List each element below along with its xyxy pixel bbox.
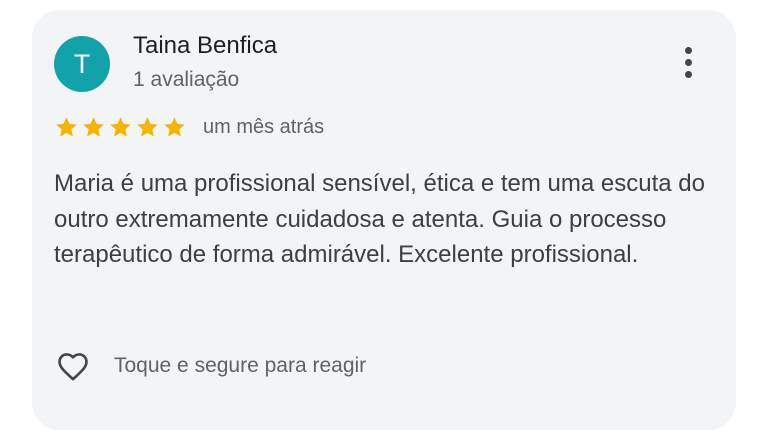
avatar-initial: T bbox=[73, 48, 91, 79]
author-name[interactable]: Taina Benfica bbox=[133, 32, 277, 60]
rating-row: um mês atrás bbox=[54, 114, 324, 140]
more-vert-icon bbox=[684, 46, 692, 78]
heart-outline-icon bbox=[58, 353, 88, 381]
review-card: T Taina Benfica 1 avaliação um mês atrás… bbox=[32, 10, 736, 430]
more-options-button[interactable] bbox=[672, 42, 704, 82]
star-icon bbox=[110, 116, 131, 136]
star-icon bbox=[164, 116, 185, 136]
react-label: Toque e segure para reagir bbox=[114, 354, 367, 377]
star-rating bbox=[54, 115, 187, 140]
react-button[interactable]: Toque e segure para reagir bbox=[52, 347, 366, 385]
review-text: Maria é uma profissional sensível, ética… bbox=[54, 170, 705, 268]
star-icon bbox=[83, 116, 104, 136]
star-icon bbox=[56, 116, 77, 136]
author-review-count: 1 avaliação bbox=[133, 68, 240, 91]
star-icon bbox=[137, 116, 158, 136]
avatar[interactable]: T bbox=[54, 36, 110, 92]
review-date: um mês atrás bbox=[203, 115, 325, 138]
